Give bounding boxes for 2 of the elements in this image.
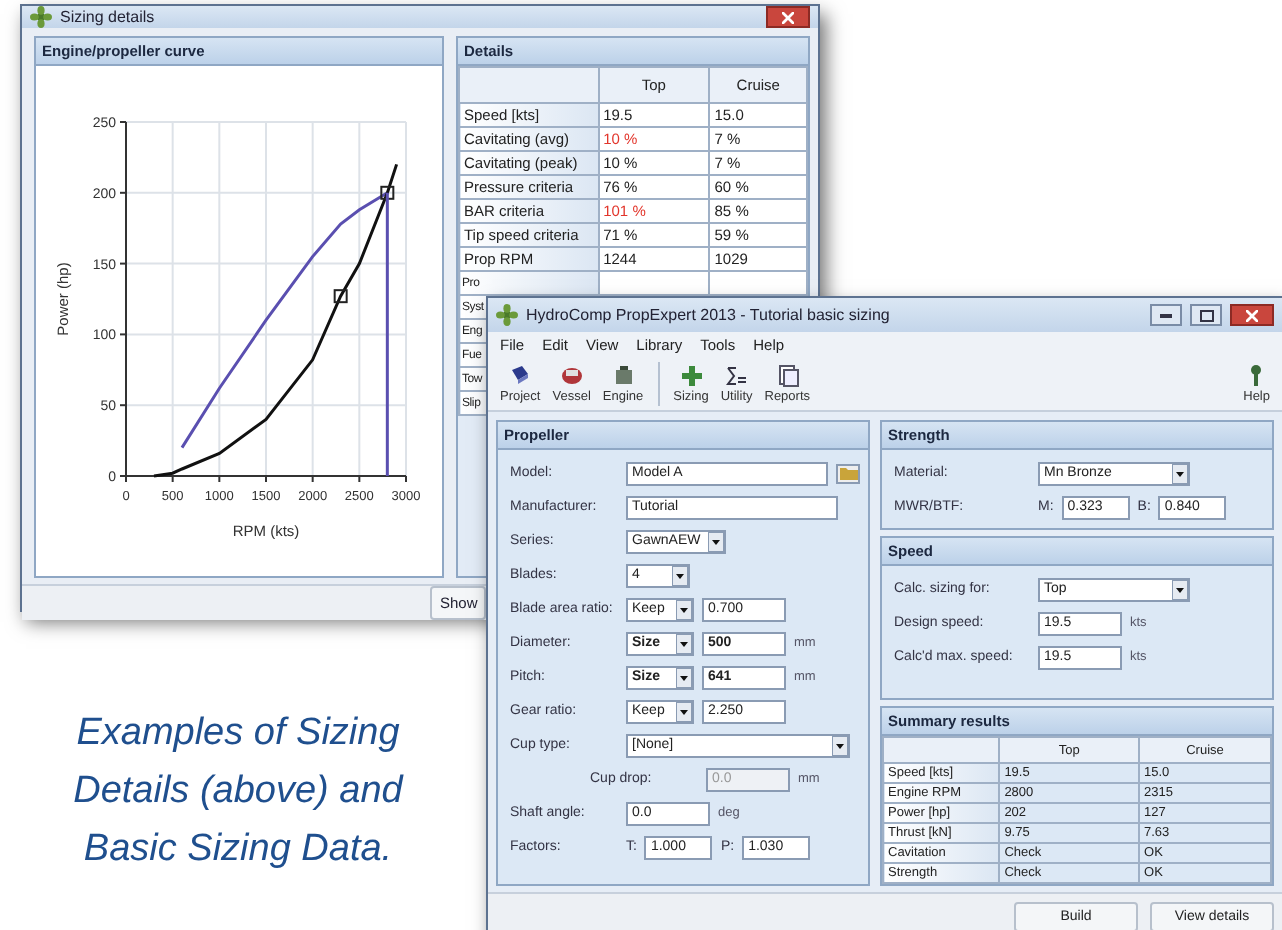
window-title: Sizing details xyxy=(60,8,155,26)
caption: Examples of Sizing Details (above) and Basic Sizing Data. xyxy=(71,710,406,874)
